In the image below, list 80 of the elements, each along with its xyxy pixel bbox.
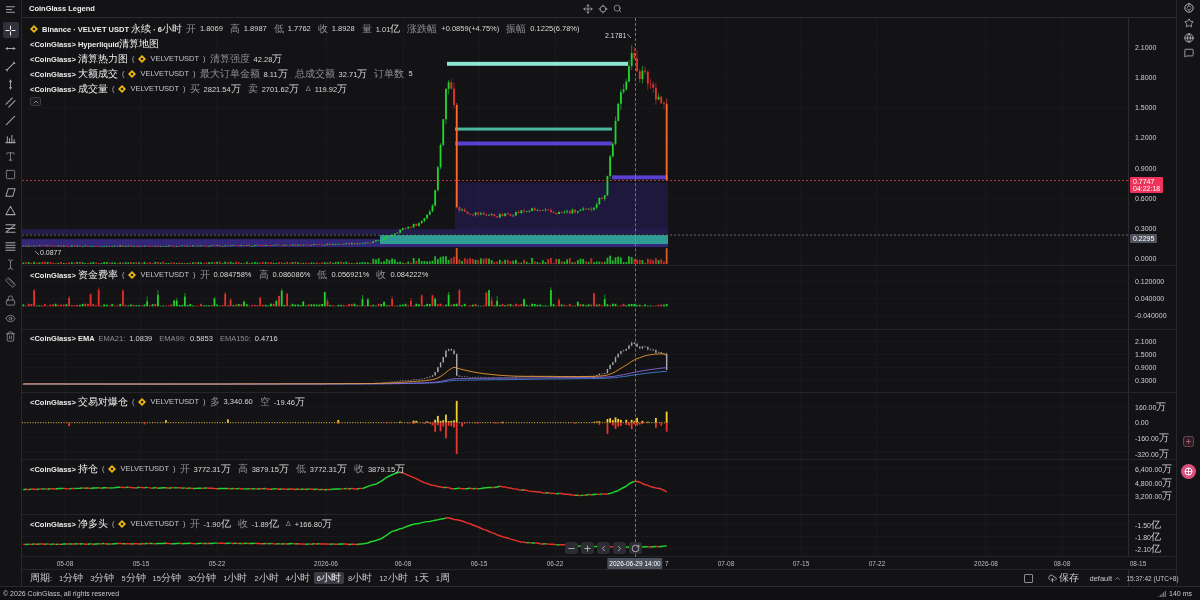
zoom-in-button[interactable] (581, 542, 594, 554)
plus-icon (583, 543, 592, 553)
value-label: 涨跌幅 (407, 21, 438, 36)
value-label: 买 (189, 81, 200, 96)
square-tile-icon[interactable] (1183, 436, 1194, 447)
checkbox[interactable] (1024, 573, 1034, 583)
diagonal-line-icon (5, 114, 16, 126)
diamond-logo-icon (118, 84, 127, 93)
diamond-logo-icon (128, 270, 137, 279)
parallelogram-icon (5, 186, 16, 198)
triangle-icon (5, 204, 16, 216)
value-label: 低 (317, 267, 328, 282)
cloud-upload-icon (1048, 573, 1058, 583)
diamond-logo-icon (138, 54, 147, 63)
circle-badge-icon[interactable] (1181, 464, 1196, 479)
heatmap-band (612, 175, 668, 180)
target-icon[interactable] (598, 3, 608, 14)
segment-icon (5, 60, 16, 72)
diamond-logo-icon (118, 519, 127, 528)
circle-arrows-icon[interactable] (1183, 3, 1194, 13)
message-icon[interactable] (1183, 48, 1194, 58)
diamond-logo-icon (30, 24, 38, 33)
eye-icon (5, 312, 16, 324)
value-label: 收 (353, 461, 364, 476)
grid-lines-icon (5, 222, 16, 234)
lock-icon (5, 294, 16, 306)
crosshair-icon (5, 24, 16, 36)
chevron-right-icon (615, 543, 624, 553)
value-label: 量 (361, 21, 372, 36)
parallel-lines-icon (5, 96, 16, 108)
scroll-right-button[interactable] (613, 542, 626, 554)
diamond-logo-icon (128, 69, 137, 78)
value-label: 低 (273, 21, 284, 36)
value-label: 清算强度 (209, 51, 250, 66)
ruler-icon (5, 276, 16, 288)
rectangle-icon (5, 168, 16, 180)
value-label: 总成交额 (294, 66, 335, 81)
caret-icon (1114, 574, 1121, 582)
zoom-out-button[interactable] (565, 542, 578, 554)
star-icon[interactable] (1183, 18, 1194, 28)
drawing-tool-button[interactable] (2, 94, 19, 110)
stacked-lines-icon (5, 240, 16, 252)
value-label: 开 (185, 21, 196, 36)
search-icon[interactable] (613, 4, 622, 13)
chevron-left-icon (599, 543, 608, 553)
move-icon[interactable] (583, 3, 593, 14)
value-label: 高 (237, 461, 248, 476)
value-label: 多 (209, 394, 220, 409)
value-label: 最大订单金额 (199, 66, 260, 81)
value-label: 高 (229, 21, 240, 36)
trash-icon (5, 330, 16, 342)
menu-icon (5, 3, 16, 15)
diamond-logo-icon (108, 464, 117, 473)
value-label: 卖 (247, 81, 258, 96)
value-label: 高 (258, 267, 269, 282)
value-label: 开 (189, 516, 200, 531)
value-label: 收 (237, 516, 248, 531)
value-label: 收 (317, 21, 328, 36)
save-button[interactable]: 保存 (1045, 571, 1083, 585)
comb-icon (5, 132, 16, 144)
rotate-icon (631, 543, 640, 553)
value-label: 低 (295, 461, 306, 476)
leader-line (627, 33, 632, 38)
value-label: 振幅 (506, 21, 527, 36)
value-label: 开 (199, 267, 210, 282)
reset-button[interactable] (629, 542, 642, 554)
value-label: 收 (376, 267, 387, 282)
text-cursor-icon (5, 258, 16, 270)
collapse-button[interactable] (30, 97, 41, 106)
value-label: 订单数 (374, 66, 405, 81)
value-label: 空 (259, 394, 270, 409)
globe-icon[interactable] (1183, 33, 1194, 43)
value-label: 开 (179, 461, 190, 476)
text-icon (5, 150, 16, 162)
drawing-tool-button[interactable] (2, 58, 19, 74)
leader-line (35, 250, 39, 255)
diamond-logo-icon (138, 397, 147, 406)
signal-icon (1158, 589, 1167, 598)
drawing-tool-button[interactable] (2, 22, 19, 38)
scroll-left-button[interactable] (597, 542, 610, 554)
